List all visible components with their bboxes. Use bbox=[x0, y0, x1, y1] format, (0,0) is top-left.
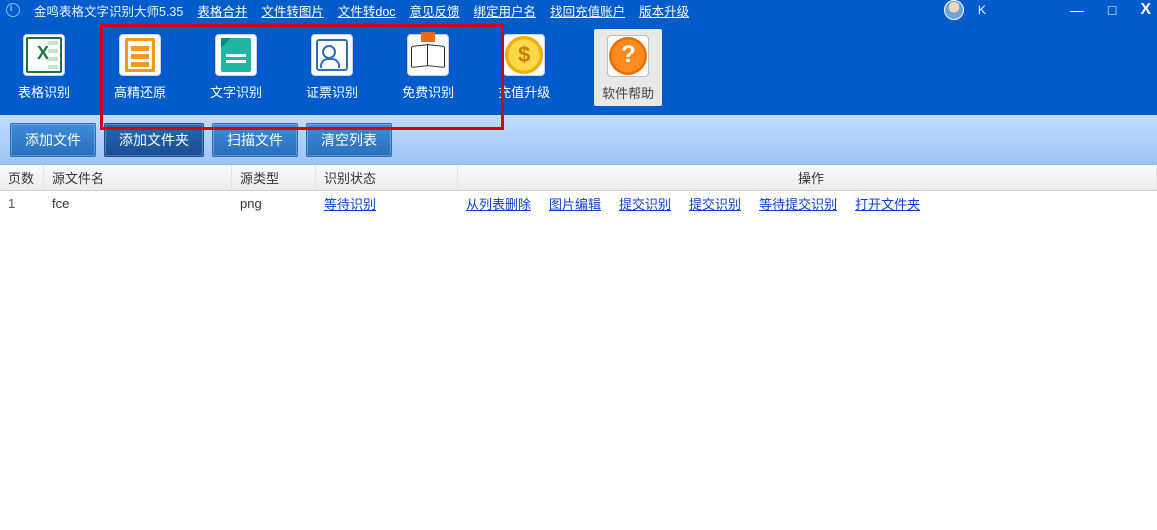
op-submit1[interactable]: 提交识别 bbox=[619, 194, 671, 213]
tb-label: 文字识别 bbox=[210, 82, 262, 101]
avatar[interactable] bbox=[944, 0, 964, 20]
col-page[interactable]: 页数 bbox=[0, 165, 44, 190]
document-orange-icon bbox=[125, 38, 155, 72]
op-open[interactable]: 打开文件夹 bbox=[855, 194, 920, 213]
add-file-button[interactable]: 添加文件 bbox=[10, 123, 96, 157]
add-folder-button[interactable]: 添加文件夹 bbox=[104, 123, 204, 157]
table-header: 页数 源文件名 源类型 识别状态 操作 bbox=[0, 165, 1157, 191]
col-status[interactable]: 识别状态 bbox=[316, 165, 458, 190]
document-teal-icon bbox=[221, 38, 251, 72]
id-card-icon bbox=[316, 39, 348, 71]
toplink-bind[interactable]: 绑定用户名 bbox=[474, 1, 537, 20]
op-submit2[interactable]: 提交识别 bbox=[689, 194, 741, 213]
coin-icon bbox=[505, 36, 543, 74]
op-remove[interactable]: 从列表删除 bbox=[466, 194, 531, 213]
window-close-icon[interactable]: X bbox=[1140, 2, 1151, 18]
window-minimize-icon[interactable]: — bbox=[1070, 3, 1084, 17]
app-title: 金鸣表格文字识别大师5.35 bbox=[34, 1, 183, 20]
cell-file: fce bbox=[44, 196, 232, 211]
titlebar: 金鸣表格文字识别大师5.35 表格合并 文件转图片 文件转doc 意见反馈 绑定… bbox=[0, 0, 1157, 20]
book-icon bbox=[410, 45, 446, 65]
tb-high-precision-restore[interactable]: 高精还原 bbox=[114, 34, 166, 101]
toplink-to-doc[interactable]: 文件转doc bbox=[338, 1, 396, 20]
help-icon bbox=[609, 37, 647, 75]
tb-label: 证票识别 bbox=[306, 82, 358, 101]
app-icon bbox=[6, 3, 20, 17]
tb-label: 表格识别 bbox=[18, 82, 70, 101]
tb-text-recognition[interactable]: 文字识别 bbox=[210, 34, 262, 101]
tb-label: 软件帮助 bbox=[602, 83, 654, 102]
tb-label: 充值升级 bbox=[498, 82, 550, 101]
toplink-to-img[interactable]: 文件转图片 bbox=[261, 1, 324, 20]
col-file[interactable]: 源文件名 bbox=[44, 165, 232, 190]
table-row[interactable]: 1 fce png 等待识别 从列表删除 图片编辑 提交识别 提交识别 等待提交… bbox=[0, 191, 1157, 215]
op-wait[interactable]: 等待提交识别 bbox=[759, 194, 837, 213]
toplink-upgrade[interactable]: 版本升级 bbox=[639, 1, 689, 20]
action-bar: 添加文件 添加文件夹 扫描文件 清空列表 bbox=[0, 115, 1157, 165]
scan-file-button[interactable]: 扫描文件 bbox=[212, 123, 298, 157]
window-maximize-icon[interactable]: □ bbox=[1108, 3, 1116, 17]
col-type[interactable]: 源类型 bbox=[232, 165, 316, 190]
user-name[interactable]: K bbox=[978, 3, 986, 17]
cell-type: png bbox=[232, 196, 316, 211]
toplink-merge[interactable]: 表格合并 bbox=[197, 1, 247, 20]
toplink-recover[interactable]: 找回充值账户 bbox=[550, 1, 625, 20]
toplink-feedback[interactable]: 意见反馈 bbox=[410, 1, 460, 20]
tb-table-recognition[interactable]: 表格识别 bbox=[18, 34, 70, 101]
col-ops[interactable]: 操作 bbox=[458, 165, 1157, 190]
tb-software-help[interactable]: 软件帮助 bbox=[594, 29, 662, 106]
tb-label: 高精还原 bbox=[114, 82, 166, 101]
tb-label: 免费识别 bbox=[402, 82, 454, 101]
cell-page: 1 bbox=[0, 196, 44, 211]
op-edit[interactable]: 图片编辑 bbox=[549, 194, 601, 213]
tb-recharge-upgrade[interactable]: 充值升级 bbox=[498, 34, 550, 101]
excel-icon bbox=[26, 37, 62, 73]
cell-status-link[interactable]: 等待识别 bbox=[324, 194, 376, 213]
tb-free-recognition[interactable]: 免费识别 bbox=[402, 34, 454, 101]
main-toolbar: 表格识别 高精还原 文字识别 证票识别 免费识别 充值升级 软件帮助 bbox=[0, 20, 1157, 115]
clear-list-button[interactable]: 清空列表 bbox=[306, 123, 392, 157]
tb-id-recognition[interactable]: 证票识别 bbox=[306, 34, 358, 101]
